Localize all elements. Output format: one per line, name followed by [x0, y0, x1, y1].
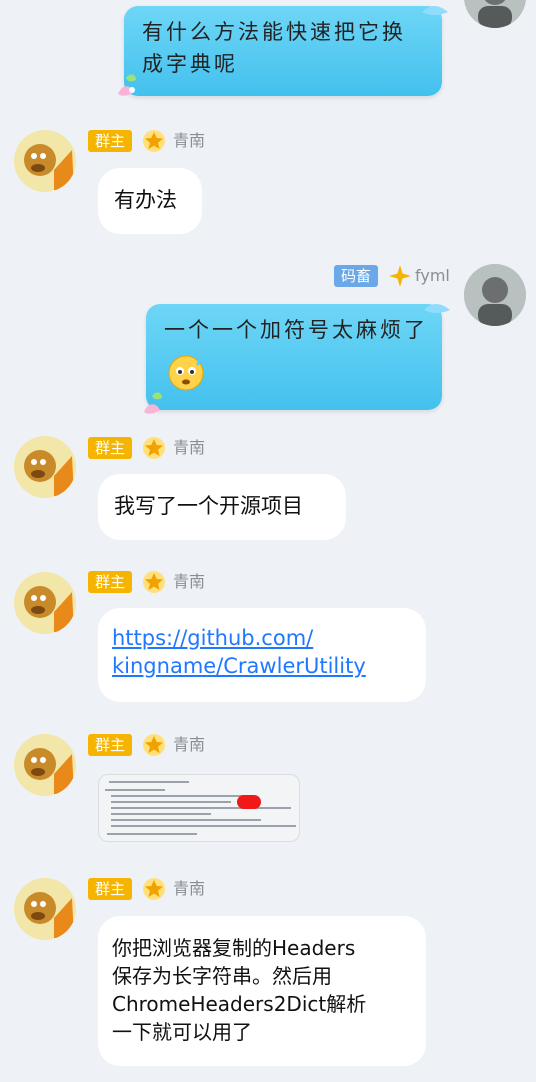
owner-badge: 群主: [88, 878, 133, 900]
message-text: 有办法: [114, 188, 177, 212]
crown-star-icon: [389, 265, 411, 287]
sender-nickname: fyml: [415, 266, 450, 285]
message-text-line: 保存为长字符串。然后用: [112, 964, 332, 988]
sender-nickname: 青南: [173, 438, 206, 457]
member-badge: 码畜: [334, 265, 379, 287]
message-text: 有什么方法能快速把它换成字典呢: [142, 20, 406, 76]
sender-nickname: 青南: [173, 572, 206, 591]
message-text-line: 你把浏览器复制的Headers: [112, 936, 356, 960]
crown-star-icon: [143, 571, 165, 593]
message-bubble: https://github.com/ kingname/CrawlerUtil…: [98, 608, 426, 702]
repo-link-line2[interactable]: kingname/CrawlerUtility: [112, 652, 412, 680]
owner-badge: 群主: [88, 437, 133, 459]
sender-nickname: 青南: [173, 131, 206, 150]
owner-badge: 群主: [88, 571, 133, 593]
message-text-line: ChromeHeaders2Dict解析: [112, 992, 367, 1016]
message-bubble[interactable]: 你把浏览器复制的Headers 保存为长字符串。然后用 ChromeHeader…: [98, 916, 426, 1066]
bow-decoration-icon: [424, 304, 450, 313]
bow-decoration-icon: [144, 392, 162, 414]
bow-decoration-icon: [422, 6, 448, 15]
self-avatar-icon[interactable]: [464, 264, 526, 326]
message-bubble-self[interactable]: 有什么方法能快速把它换成字典呢: [124, 6, 442, 96]
dog-avatar-icon[interactable]: [14, 572, 76, 634]
crown-star-icon: [143, 878, 165, 900]
crown-star-icon: [143, 437, 165, 459]
crown-star-icon: [143, 130, 165, 152]
message-bubble[interactable]: 有办法: [98, 168, 202, 234]
sender-nickname: 青南: [173, 735, 206, 754]
self-avatar-icon[interactable]: [464, 0, 526, 28]
message-bubble[interactable]: 我写了一个开源项目: [98, 474, 346, 540]
dog-avatar-icon[interactable]: [14, 130, 76, 192]
crown-star-icon: [143, 734, 165, 756]
message-text: 我写了一个开源项目: [114, 494, 303, 518]
repo-link-line1[interactable]: https://github.com/: [112, 624, 412, 652]
owner-badge: 群主: [88, 734, 133, 756]
owner-badge: 群主: [88, 130, 133, 152]
sender-nickname: 青南: [173, 879, 206, 898]
dog-avatar-icon[interactable]: [14, 734, 76, 796]
dog-avatar-icon[interactable]: [14, 878, 76, 940]
worried-emoji-icon: [168, 355, 204, 391]
code-screenshot-image[interactable]: [98, 774, 300, 842]
dog-avatar-icon[interactable]: [14, 436, 76, 498]
message-text: 一个一个加符号太麻烦了: [164, 318, 428, 342]
bow-decoration-icon: [118, 74, 136, 96]
message-text-line: 一下就可以用了: [112, 1020, 252, 1044]
